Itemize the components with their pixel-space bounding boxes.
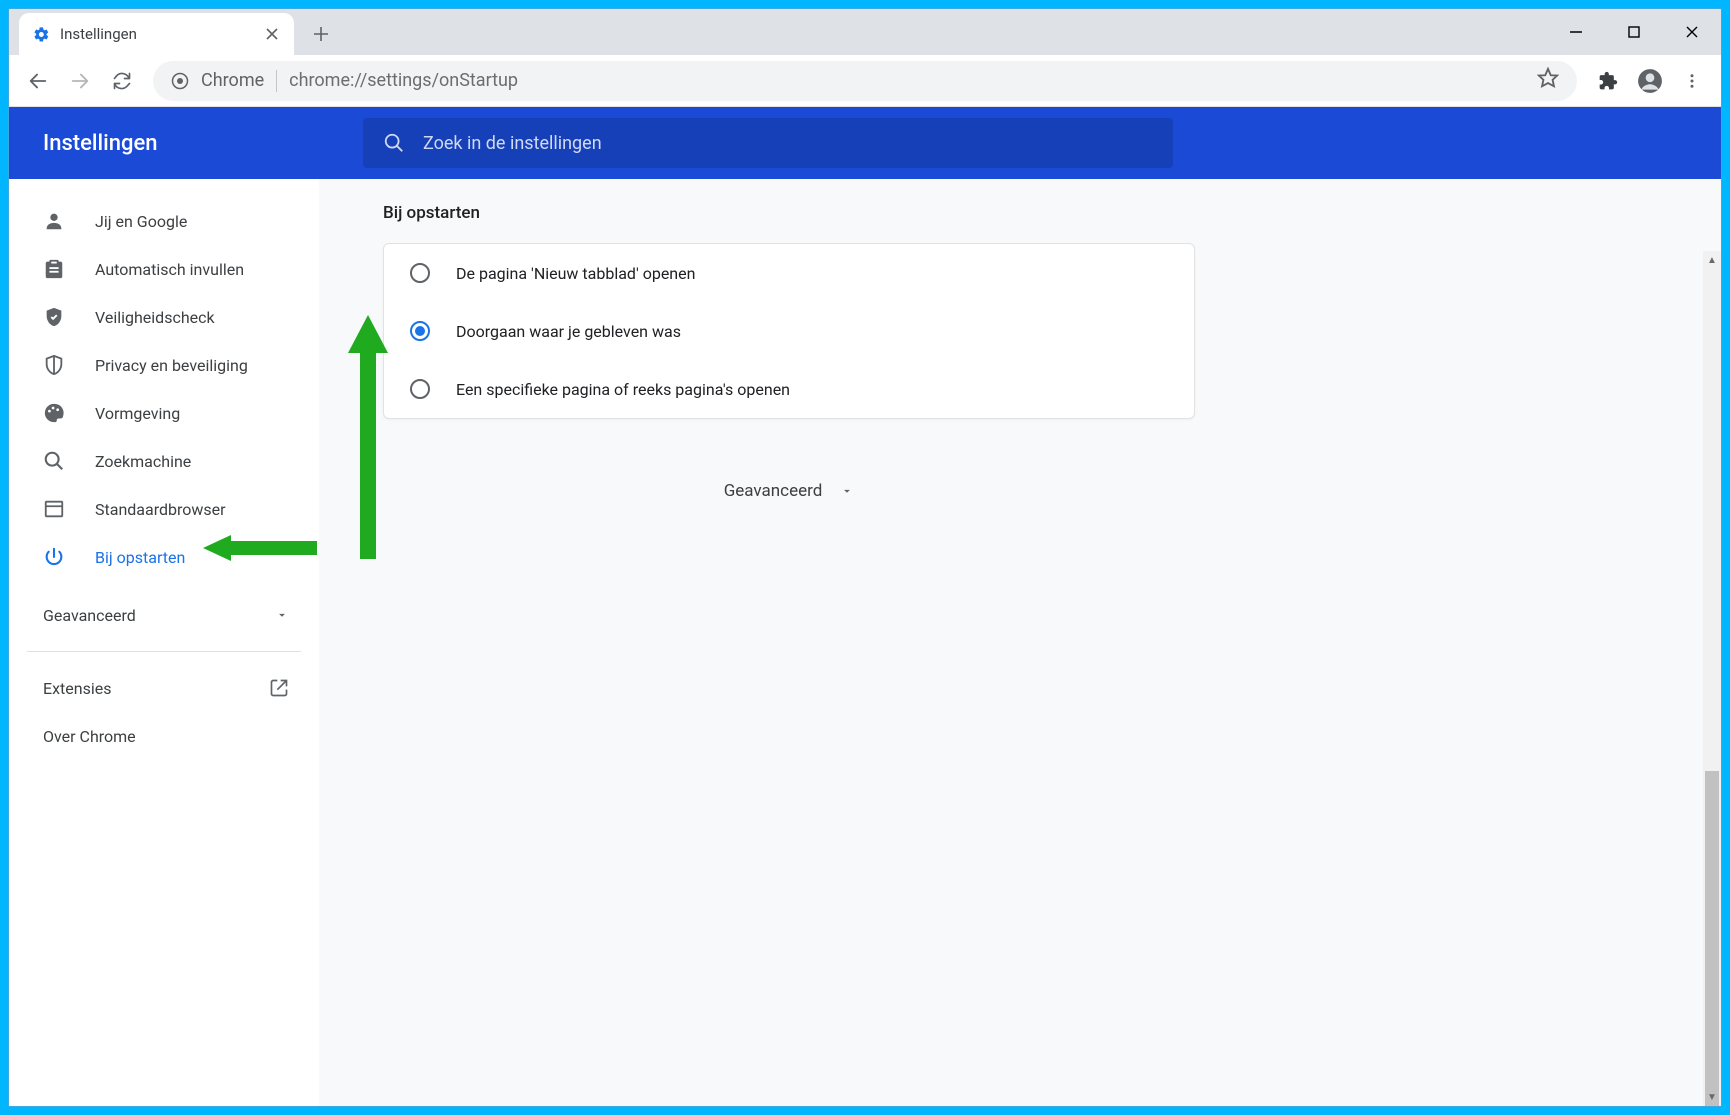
sidebar-item-label: Automatisch invullen [95,260,244,279]
close-tab-icon[interactable] [264,26,280,42]
option-new-tab-page[interactable]: De pagina 'Nieuw tabblad' openen [384,244,1194,302]
sidebar-item-safety-check[interactable]: Veiligheidscheck [9,293,319,341]
startup-options-card: De pagina 'Nieuw tabblad' openen Doorgaa… [383,243,1195,419]
option-label: Een specifieke pagina of reeks pagina's … [456,380,790,399]
chevron-down-icon [840,484,854,498]
shield-check-icon [43,306,65,328]
settings-title: Instellingen [9,131,363,156]
option-continue-where-left-off[interactable]: Doorgaan waar je gebleven was [384,302,1194,360]
sidebar-item-you-and-google[interactable]: Jij en Google [9,197,319,245]
sidebar-item-label: Veiligheidscheck [95,308,215,327]
close-window-button[interactable] [1663,9,1721,55]
sidebar-item-appearance[interactable]: Vormgeving [9,389,319,437]
sidebar-about-chrome[interactable]: Over Chrome [9,712,319,760]
power-icon [43,546,65,568]
window-controls [1547,9,1721,55]
scroll-down-arrow[interactable]: ▼ [1703,1088,1721,1106]
kebab-menu-icon[interactable] [1673,62,1711,100]
sidebar-advanced-label: Geavanceerd [43,606,136,625]
open-external-icon [269,678,289,698]
radio-icon [410,379,430,399]
new-tab-button[interactable] [304,17,338,51]
settings-search[interactable] [363,118,1173,168]
reload-button[interactable] [103,62,141,100]
sidebar-item-search-engine[interactable]: Zoekmachine [9,437,319,485]
search-icon [383,132,405,154]
sidebar-item-label: Standaardbrowser [95,500,226,519]
clipboard-icon [43,258,65,280]
sidebar-item-label: Jij en Google [95,212,187,231]
minimize-button[interactable] [1547,9,1605,55]
sidebar-item-on-startup[interactable]: Bij opstarten [9,533,319,581]
sidebar-extensions[interactable]: Extensies [9,664,319,712]
sidebar-item-label: Bij opstarten [95,548,185,567]
person-icon [43,210,65,232]
profile-avatar-icon[interactable] [1631,62,1669,100]
search-icon [43,450,65,472]
scrollbar[interactable]: ▲ ▼ [1703,251,1721,1106]
sidebar-item-label: Privacy en beveiliging [95,356,248,375]
settings-search-input[interactable] [423,133,1153,154]
omnibox-label: Chrome [201,70,264,91]
scroll-thumb[interactable] [1705,771,1719,1106]
sidebar-extensions-label: Extensies [43,679,111,698]
radio-icon [410,263,430,283]
gear-icon [33,26,50,43]
scroll-up-arrow[interactable]: ▲ [1703,251,1721,269]
tab-strip: Instellingen [9,9,1721,55]
palette-icon [43,402,65,424]
option-open-specific-pages[interactable]: Een specifieke pagina of reeks pagina's … [384,360,1194,418]
sidebar-item-autofill[interactable]: Automatisch invullen [9,245,319,293]
section-heading: Bij opstarten [383,203,1721,223]
address-bar[interactable]: Chrome chrome://settings/onStartup [153,61,1577,101]
toolbar: Chrome chrome://settings/onStartup [9,55,1721,107]
advanced-toggle[interactable]: Geavanceerd [383,481,1195,501]
shield-icon [43,354,65,376]
window-icon [43,498,65,520]
sidebar-item-label: Vormgeving [95,404,180,423]
advanced-label: Geavanceerd [724,481,823,501]
sidebar-divider [27,651,301,652]
settings-body: Jij en Google Automatisch invullen Veili… [9,179,1721,1106]
settings-sidebar: Jij en Google Automatisch invullen Veili… [9,179,319,1106]
sidebar-item-privacy[interactable]: Privacy en beveiliging [9,341,319,389]
chevron-down-icon [275,608,289,622]
bookmark-star-icon[interactable] [1537,67,1559,94]
tab-title: Instellingen [60,25,137,43]
settings-header: Instellingen [9,107,1721,179]
forward-button[interactable] [61,62,99,100]
sidebar-advanced-toggle[interactable]: Geavanceerd [9,591,319,639]
browser-window: Instellingen Chrome chrome://settings/on… [8,8,1722,1107]
sidebar-item-label: Zoekmachine [95,452,191,471]
sidebar-item-default-browser[interactable]: Standaardbrowser [9,485,319,533]
omnibox-url: chrome://settings/onStartup [289,70,518,91]
option-label: Doorgaan waar je gebleven was [456,322,681,341]
chrome-icon [171,72,189,90]
omnibox-separator [276,70,277,92]
tab-settings[interactable]: Instellingen [19,13,294,55]
back-button[interactable] [19,62,57,100]
maximize-button[interactable] [1605,9,1663,55]
settings-content: Bij opstarten De pagina 'Nieuw tabblad' … [319,179,1721,1106]
option-label: De pagina 'Nieuw tabblad' openen [456,264,695,283]
extensions-icon[interactable] [1589,62,1627,100]
sidebar-about-label: Over Chrome [43,727,136,746]
radio-icon [410,321,430,341]
